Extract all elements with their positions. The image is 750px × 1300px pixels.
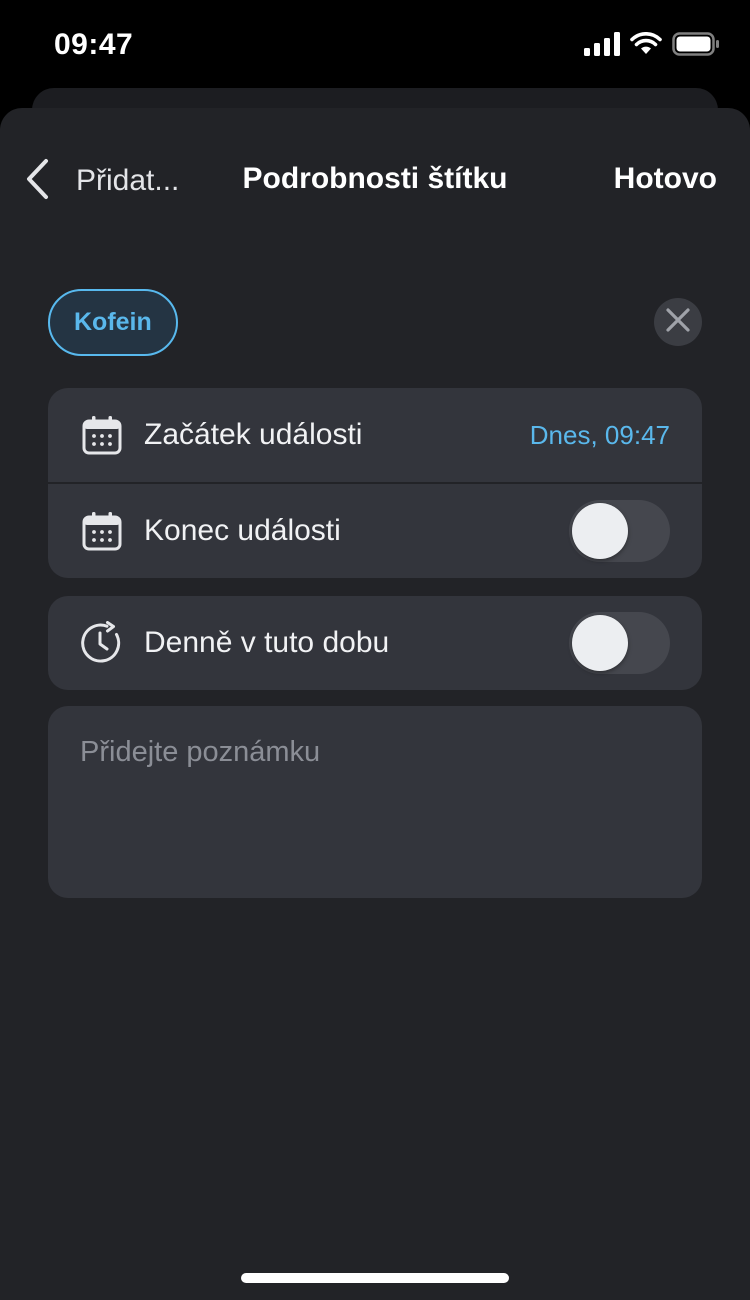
- battery-icon: [672, 32, 720, 61]
- remove-tag-button[interactable]: [654, 298, 702, 346]
- event-end-toggle[interactable]: [569, 500, 670, 562]
- event-time-card: Začátek události Dnes, 09:47 Konec událo…: [48, 388, 702, 578]
- tag-detail-sheet: Přidat... Podrobnosti štítku Hotovo Kofe…: [0, 108, 750, 1300]
- event-end-row: Konec události: [48, 482, 702, 578]
- wifi-icon: [630, 32, 662, 61]
- event-end-label: Konec události: [144, 514, 341, 547]
- screen: 09:47 Přidat... Podrobnosti štítku Hotov…: [0, 0, 750, 1300]
- daily-repeat-row: Denně v tuto dobu: [48, 596, 702, 690]
- done-button[interactable]: Hotovo: [614, 162, 717, 196]
- toggle-knob: [572, 615, 628, 671]
- note-input[interactable]: [80, 736, 670, 868]
- close-icon: [665, 307, 691, 338]
- daily-repeat-label: Denně v tuto dobu: [144, 626, 390, 659]
- event-start-row[interactable]: Začátek události Dnes, 09:47: [48, 388, 702, 482]
- nav-bar: Přidat... Podrobnosti štítku Hotovo: [0, 108, 750, 254]
- event-start-label: Začátek události: [144, 418, 363, 451]
- clock-repeat-icon: [80, 621, 124, 665]
- note-box: [48, 706, 702, 898]
- toggle-knob: [572, 503, 628, 559]
- event-start-value[interactable]: Dnes, 09:47: [530, 420, 670, 451]
- status-icons: [584, 32, 720, 61]
- calendar-icon: [80, 509, 124, 553]
- home-indicator: [241, 1273, 509, 1283]
- calendar-icon: [80, 413, 124, 457]
- signal-icon: [584, 32, 620, 61]
- daily-repeat-toggle[interactable]: [569, 612, 670, 674]
- daily-repeat-card: Denně v tuto dobu: [48, 596, 702, 690]
- status-bar: 09:47: [0, 0, 750, 90]
- status-time: 09:47: [54, 28, 134, 61]
- tag-chip[interactable]: Kofein: [48, 289, 178, 356]
